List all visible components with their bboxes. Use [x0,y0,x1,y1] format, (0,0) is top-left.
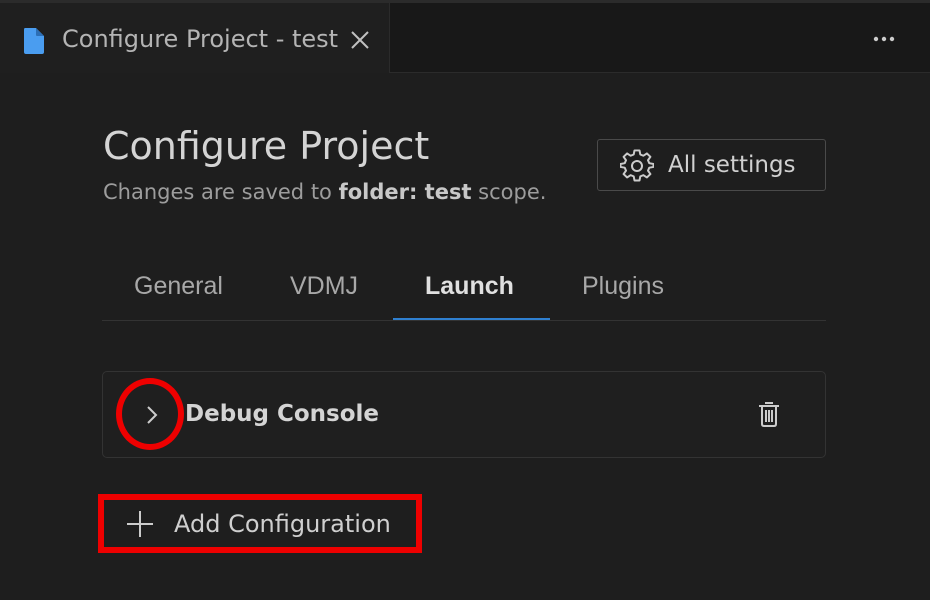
add-configuration-button[interactable]: Add Configuration [112,500,412,548]
page-title: Configure Project [103,124,430,168]
close-icon[interactable] [349,29,371,51]
add-configuration-label: Add Configuration [174,510,391,538]
subtitle-prefix: Changes are saved to [103,180,339,204]
configuration-item: Debug Console [102,371,826,458]
editor-tab-title: Configure Project - test [62,25,339,53]
tab-bar-bottom-border [390,72,930,73]
tabs-divider [102,320,826,321]
all-settings-button[interactable]: All settings [597,139,826,191]
tab-launch[interactable]: Launch [425,270,514,302]
all-settings-label: All settings [668,152,796,178]
more-actions-icon[interactable] [869,26,899,50]
file-icon [22,27,46,55]
plus-icon [126,510,154,538]
section-tabs: General VDMJ Launch Plugins [102,262,826,322]
scope-subtitle: Changes are saved to folder: test scope. [103,178,546,206]
subtitle-scope: folder: test [338,180,472,204]
subtitle-suffix: scope. [471,180,547,204]
editor-tab-configure-project[interactable]: Configure Project - test [0,3,390,73]
configuration-name: Debug Console [185,401,380,427]
tab-vdmj[interactable]: VDMJ [290,270,358,302]
trash-icon[interactable] [753,398,785,430]
gear-icon [619,149,655,183]
tab-plugins[interactable]: Plugins [582,270,664,302]
editor-tab-bar: Configure Project - test [0,0,930,73]
chevron-right-icon[interactable] [141,402,163,428]
tab-general[interactable]: General [134,270,223,302]
